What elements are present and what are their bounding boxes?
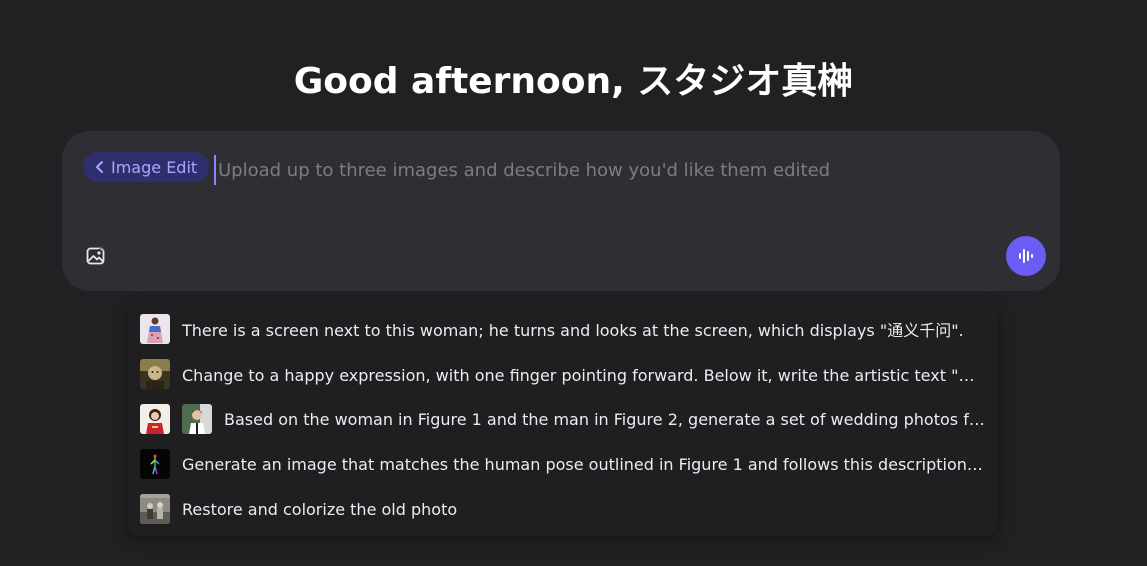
suggestion-text: There is a screen next to this woman; he… (182, 321, 964, 340)
suggestion-item[interactable]: There is a screen next to this woman; he… (140, 313, 986, 345)
suggestion-item[interactable]: Change to a happy expression, with one f… (140, 358, 986, 390)
thumbnail-man (182, 404, 212, 434)
suggestion-item[interactable]: Generate an image that matches the human… (140, 448, 986, 480)
voice-input-button[interactable] (1006, 236, 1046, 276)
thumbnail-woman (140, 404, 170, 434)
chevron-left-icon (96, 161, 103, 173)
suggestion-text: Generate an image that matches the human… (182, 454, 986, 474)
composer: Image Edit (62, 131, 1060, 291)
image-upload-icon (86, 245, 106, 265)
suggestion-item[interactable]: Based on the woman in Figure 1 and the m… (140, 403, 986, 435)
upload-image-button[interactable] (80, 240, 112, 272)
prompt-input[interactable] (214, 155, 998, 185)
suggestion-text: Change to a happy expression, with one f… (182, 366, 986, 385)
voice-wave-icon (1019, 249, 1033, 263)
thumbnail-woman-dress (140, 314, 170, 344)
thumbnail-pose (140, 449, 170, 479)
thumbnail-portrait (140, 359, 170, 389)
suggestion-list: There is a screen next to this woman; he… (128, 303, 998, 536)
suggestion-text: Based on the woman in Figure 1 and the m… (224, 409, 986, 429)
suggestion-item[interactable]: Restore and colorize the old photo (140, 493, 986, 525)
mode-chip-label: Image Edit (111, 157, 198, 177)
suggestion-text: Restore and colorize the old photo (182, 499, 458, 519)
image-edit-mode-chip[interactable]: Image Edit (83, 152, 210, 182)
greeting-title: Good afternoon, スタジオ真榊 (293, 61, 854, 102)
thumbnail-old-photo (140, 494, 170, 524)
